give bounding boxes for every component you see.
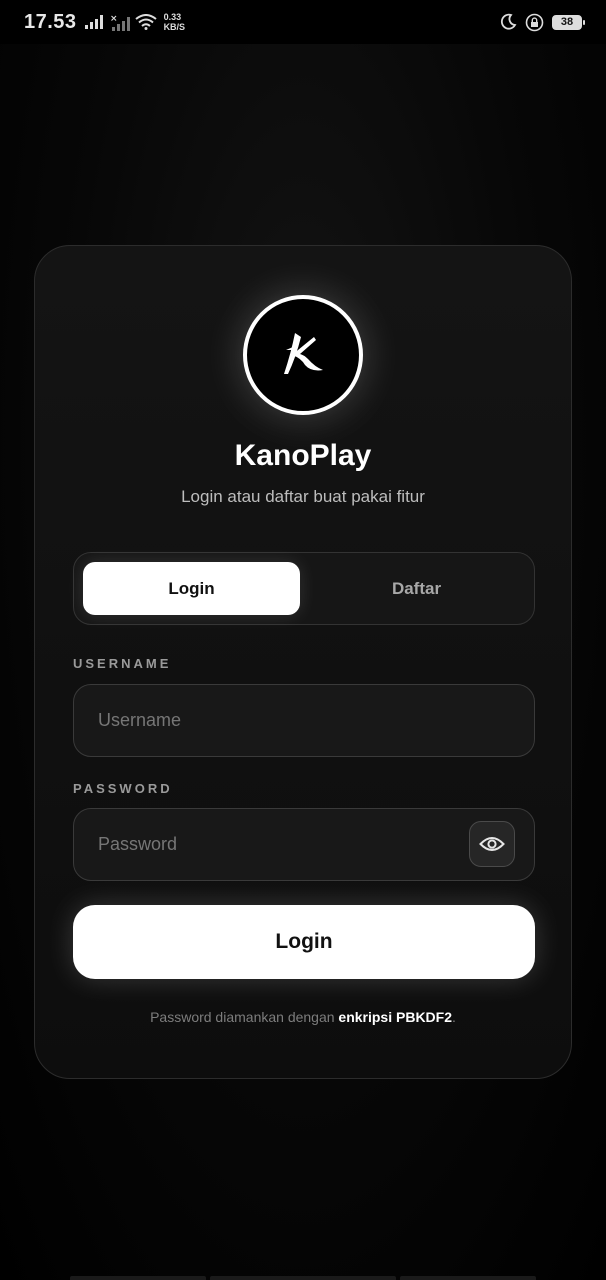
login-card: KanoPlay Login atau daftar buat pakai fi… — [34, 245, 572, 1079]
network-speed: 0.33 KB/S — [163, 12, 186, 32]
password-label: PASSWORD — [73, 781, 173, 796]
kanoplay-logo-icon — [284, 333, 323, 374]
tab-login[interactable]: Login — [83, 562, 300, 615]
auth-tabs: Login Daftar — [73, 552, 535, 625]
username-field-container — [73, 684, 535, 757]
app-logo — [243, 295, 363, 415]
toggle-password-visibility-button[interactable] — [469, 821, 515, 867]
nav-bar-segment — [210, 1276, 396, 1280]
signal-icon — [84, 15, 103, 29]
status-bar: 17.53 × 0.33 KB/S 38 — [0, 0, 606, 44]
password-input[interactable] — [74, 809, 534, 880]
username-label: USERNAME — [73, 656, 172, 671]
login-screen: 17.53 × 0.33 KB/S 38 KanoPlay Login atau… — [0, 0, 606, 1280]
lock-rotation-icon — [525, 13, 544, 31]
login-button[interactable]: Login — [73, 905, 535, 979]
app-title: KanoPlay — [234, 439, 372, 472]
password-field-container — [73, 808, 535, 881]
encryption-highlight: enkripsi PBKDF2 — [338, 1009, 453, 1025]
security-note: Password diamankan dengan enkripsi PBKDF… — [150, 1009, 456, 1025]
signal-off-icon: × — [110, 14, 130, 31]
username-input[interactable] — [74, 685, 534, 756]
status-time: 17.53 — [24, 10, 77, 33]
moon-icon — [500, 13, 517, 30]
eye-icon — [479, 837, 505, 851]
battery-icon: 38 — [552, 14, 585, 30]
nav-bar-segment — [400, 1276, 536, 1280]
svg-text:×: × — [110, 14, 118, 24]
nav-bar-segment — [70, 1276, 206, 1280]
app-subtitle: Login atau daftar buat pakai fitur — [181, 487, 425, 506]
tab-register[interactable]: Daftar — [308, 562, 525, 615]
wifi-icon — [134, 14, 157, 30]
